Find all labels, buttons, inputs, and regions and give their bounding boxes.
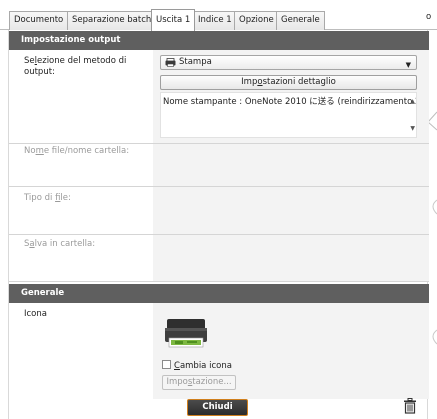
value-column-filetype <box>153 187 429 234</box>
detail-settings-button[interactable]: Impostazioni dettaglio <box>160 75 417 90</box>
tab-separazione-batch[interactable]: Separazione batch <box>67 11 157 30</box>
icon-setting-button[interactable]: Impostazione... <box>162 375 236 390</box>
tab-label: Uscita 1 <box>156 15 191 25</box>
printer-name-text: Nome stampante : OneNote 2010 に送る (reind… <box>163 97 417 107</box>
change-icon-checkbox[interactable] <box>162 360 171 369</box>
tab-label: Generale <box>281 15 320 25</box>
filetype-label: Tipo di file: <box>24 193 71 203</box>
output-method-value: Stampa <box>179 57 212 67</box>
change-icon-checkbox-row[interactable]: Cambia icona <box>162 360 232 372</box>
row-divider <box>9 281 429 282</box>
tab-opzione[interactable]: Opzione <box>234 11 279 30</box>
row-divider <box>9 143 429 144</box>
tab-bar: Documento Separazione batch Uscita 1 Ind… <box>0 0 437 31</box>
tab-documento[interactable]: Documento <box>9 11 69 30</box>
scroll-down-icon[interactable]: ▼ <box>410 123 415 135</box>
value-column-filename <box>153 144 429 186</box>
tab-generale[interactable]: Generale <box>276 11 325 30</box>
settings-panel: Impostazione output Selezione del metodo… <box>8 30 429 419</box>
close-button[interactable]: Chiudi <box>187 399 248 416</box>
tab-label: Indice 1 <box>198 15 232 25</box>
value-column-savein <box>153 235 429 281</box>
scroll-up-icon[interactable]: ▲ <box>410 96 415 108</box>
tab-label: Documento <box>14 15 64 25</box>
printer-icon <box>165 319 207 348</box>
section-header-output: Impostazione output <box>9 31 429 50</box>
tab-indice-1[interactable]: Indice 1 <box>193 11 237 30</box>
section-header-general: Generale <box>9 284 429 303</box>
tab-label: Separazione batch <box>72 15 152 25</box>
filename-label: Nome file/nome cartella: <box>24 146 130 156</box>
save-in-folder-label: Salva in cartella: <box>24 239 96 249</box>
trash-icon[interactable] <box>403 398 417 414</box>
row-divider <box>9 234 429 235</box>
tab-label: Opzione <box>239 15 274 25</box>
icon-label: Icona <box>24 309 47 319</box>
row-divider <box>9 186 429 187</box>
chevron-down-icon: ▼ <box>405 61 411 69</box>
output-method-label: Selezione del metodo di output: <box>24 56 127 77</box>
printer-icon <box>165 58 176 67</box>
tab-overflow-indicator: o <box>426 12 432 22</box>
tab-uscita-1[interactable]: Uscita 1 <box>151 9 196 31</box>
printer-info-textbox[interactable]: Nome stampante : OneNote 2010 に送る (reind… <box>160 92 417 138</box>
output-method-select[interactable]: Stampa ▼ <box>160 55 417 70</box>
